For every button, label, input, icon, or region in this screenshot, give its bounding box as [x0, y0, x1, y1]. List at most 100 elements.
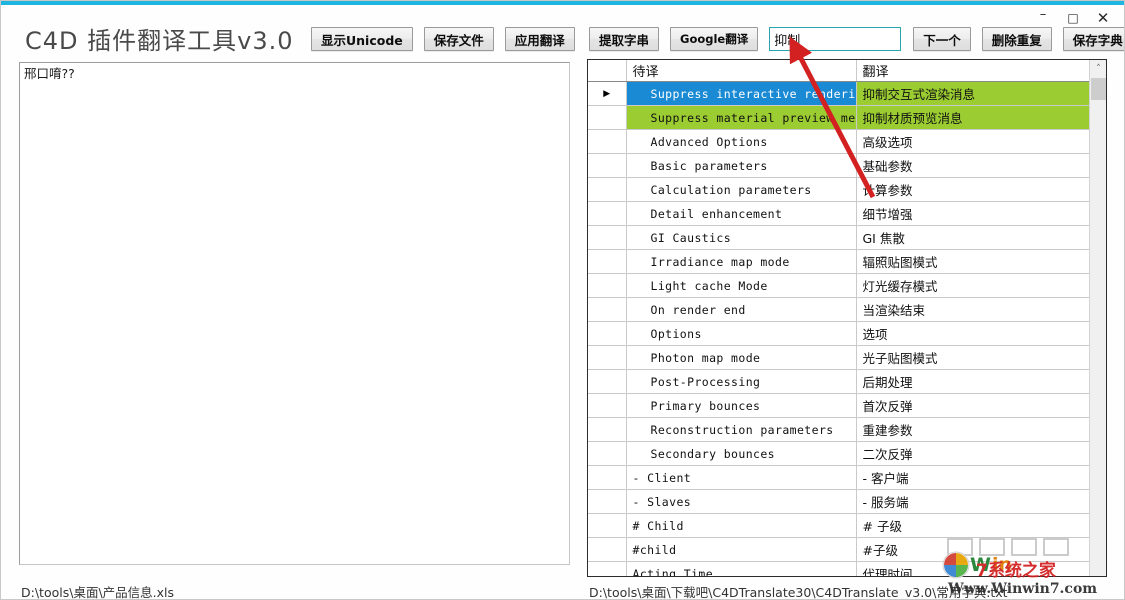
close-icon[interactable]: ✕: [1088, 7, 1118, 29]
target-cell[interactable]: 抑制交互式渲染消息: [856, 81, 1089, 106]
row-indicator-cell[interactable]: [588, 177, 627, 202]
table-row[interactable]: On render end 当渲染结束: [588, 297, 1089, 322]
table-row[interactable]: Photon map mode 光子贴图模式: [588, 345, 1089, 370]
row-indicator-cell[interactable]: [588, 369, 627, 394]
table-row[interactable]: Basic parameters 基础参数: [588, 153, 1089, 178]
source-cell[interactable]: Detail enhancement: [626, 201, 857, 226]
table-row[interactable]: - Client - 客户端: [588, 465, 1089, 490]
source-cell[interactable]: Suppress material preview mess...: [626, 105, 857, 130]
row-indicator-cell[interactable]: [588, 105, 627, 130]
table-row[interactable]: #child #子级: [588, 537, 1089, 562]
table-row[interactable]: Suppress material preview mess...抑制材质预览消…: [588, 105, 1089, 130]
table-row[interactable]: Advanced Options 高级选项: [588, 129, 1089, 154]
row-indicator-cell[interactable]: [588, 297, 627, 322]
table-row[interactable]: Light cache Mode 灯光缓存模式: [588, 273, 1089, 298]
source-cell[interactable]: Light cache Mode: [626, 273, 857, 298]
target-cell[interactable]: 重建参数: [856, 417, 1089, 442]
maximize-icon[interactable]: □: [1058, 7, 1088, 29]
save-dictionary-button[interactable]: 保存字典: [1062, 27, 1124, 51]
source-cell[interactable]: Calculation parameters: [626, 177, 857, 202]
row-indicator-cell[interactable]: [588, 321, 627, 346]
row-indicator-cell[interactable]: [588, 273, 627, 298]
target-cell[interactable]: 基础参数: [856, 153, 1089, 178]
target-cell[interactable]: 选项: [856, 321, 1089, 346]
table-row[interactable]: Secondary bounces 二次反弹: [588, 441, 1089, 466]
row-indicator-cell[interactable]: [588, 129, 627, 154]
table-row[interactable]: Detail enhancement 细节增强: [588, 201, 1089, 226]
show-unicode-button[interactable]: 显示Unicode: [311, 27, 413, 51]
column-header-source[interactable]: 待译: [626, 60, 857, 82]
table-row[interactable]: - Slaves - 服务端: [588, 489, 1089, 514]
target-cell[interactable]: # 子级: [856, 513, 1089, 538]
row-indicator-cell[interactable]: [588, 249, 627, 274]
source-cell[interactable]: On render end: [626, 297, 857, 322]
grid-vertical-scrollbar[interactable]: ˄: [1089, 60, 1106, 576]
target-cell[interactable]: 高级选项: [856, 129, 1089, 154]
table-row[interactable]: Primary bounces 首次反弹: [588, 393, 1089, 418]
row-indicator-cell[interactable]: [588, 201, 627, 226]
row-indicator-cell[interactable]: [588, 441, 627, 466]
apply-translation-button[interactable]: 应用翻译: [504, 27, 575, 51]
source-cell[interactable]: Photon map mode: [626, 345, 857, 370]
source-cell[interactable]: Irradiance map mode: [626, 249, 857, 274]
table-row[interactable]: Reconstruction parameters 重建参数: [588, 417, 1089, 442]
row-indicator-cell[interactable]: [588, 153, 627, 178]
target-cell[interactable]: 二次反弹: [856, 441, 1089, 466]
source-cell[interactable]: GI Caustics: [626, 225, 857, 250]
target-cell[interactable]: 辐照贴图模式: [856, 249, 1089, 274]
target-cell[interactable]: 光子贴图模式: [856, 345, 1089, 370]
extract-string-button[interactable]: 提取字串: [589, 27, 660, 51]
source-text-content[interactable]: 邢口唷??: [20, 63, 569, 84]
row-indicator-cell[interactable]: [588, 537, 627, 562]
next-button[interactable]: 下一个: [913, 27, 971, 51]
row-indicator-cell[interactable]: [588, 513, 627, 538]
row-indicator-cell[interactable]: [588, 393, 627, 418]
target-cell[interactable]: 后期处理: [856, 369, 1089, 394]
target-cell[interactable]: GI 焦散: [856, 225, 1089, 250]
target-cell[interactable]: - 服务端: [856, 489, 1089, 514]
target-cell[interactable]: 计算参数: [856, 177, 1089, 202]
source-cell[interactable]: Primary bounces: [626, 393, 857, 418]
target-cell[interactable]: - 客户端: [856, 465, 1089, 490]
table-row[interactable]: GI Caustics GI 焦散: [588, 225, 1089, 250]
save-file-button[interactable]: 保存文件: [423, 27, 494, 51]
target-cell[interactable]: 首次反弹: [856, 393, 1089, 418]
row-indicator-cell[interactable]: [588, 417, 627, 442]
table-row[interactable]: Options 选项: [588, 321, 1089, 346]
source-cell[interactable]: Options: [626, 321, 857, 346]
row-indicator-cell[interactable]: [588, 465, 627, 490]
source-cell[interactable]: #child: [626, 537, 857, 562]
source-cell[interactable]: Post-Processing: [626, 369, 857, 394]
target-cell[interactable]: 细节增强: [856, 201, 1089, 226]
table-row[interactable]: Calculation parameters 计算参数: [588, 177, 1089, 202]
row-indicator-cell[interactable]: ▶: [588, 81, 627, 106]
table-row[interactable]: ▶Suppress interactive rendering...抑制交互式渲…: [588, 81, 1089, 106]
row-indicator-cell[interactable]: [588, 225, 627, 250]
source-cell[interactable]: Secondary bounces: [626, 441, 857, 466]
target-cell[interactable]: 抑制材质预览消息: [856, 105, 1089, 130]
source-cell[interactable]: # Child: [626, 513, 857, 538]
column-header-indicator[interactable]: [588, 60, 627, 82]
table-row[interactable]: Irradiance map mode 辐照贴图模式: [588, 249, 1089, 274]
source-cell[interactable]: Acting Time: [626, 561, 857, 576]
row-indicator-cell[interactable]: [588, 489, 627, 514]
google-translate-button[interactable]: Google翻译: [670, 27, 759, 51]
scroll-up-icon[interactable]: ˄: [1090, 60, 1106, 77]
source-cell[interactable]: Reconstruction parameters: [626, 417, 857, 442]
scrollbar-thumb[interactable]: [1091, 78, 1106, 100]
table-row[interactable]: Acting Time 代理时间: [588, 561, 1089, 576]
row-indicator-cell[interactable]: [588, 561, 627, 576]
target-cell[interactable]: 代理时间: [856, 561, 1089, 576]
search-input[interactable]: [769, 27, 902, 51]
source-cell[interactable]: Advanced Options: [626, 129, 857, 154]
source-cell[interactable]: Suppress interactive rendering...: [626, 81, 857, 106]
table-row[interactable]: Post-Processing 后期处理: [588, 369, 1089, 394]
table-row[interactable]: # Child # 子级: [588, 513, 1089, 538]
target-cell[interactable]: #子级: [856, 537, 1089, 562]
target-cell[interactable]: 灯光缓存模式: [856, 273, 1089, 298]
column-header-target[interactable]: 翻译: [856, 60, 1089, 82]
source-cell[interactable]: Basic parameters: [626, 153, 857, 178]
source-cell[interactable]: - Client: [626, 465, 857, 490]
source-cell[interactable]: - Slaves: [626, 489, 857, 514]
target-cell[interactable]: 当渲染结束: [856, 297, 1089, 322]
